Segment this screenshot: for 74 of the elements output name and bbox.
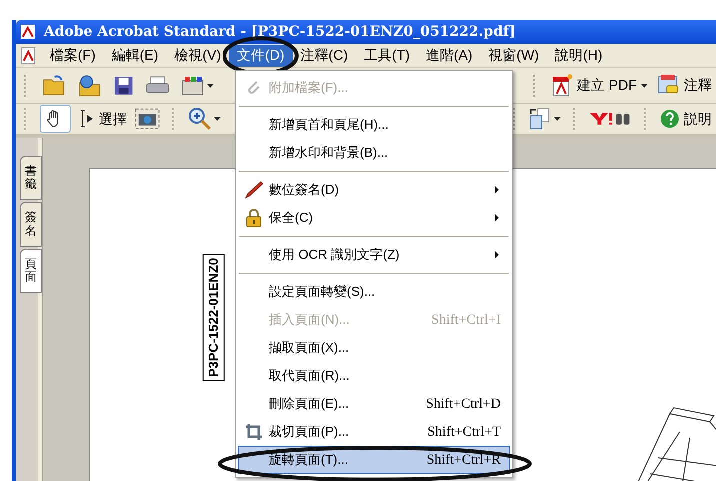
- menu-title[interactable]: 檔案(F): [42, 44, 104, 66]
- navigation-tab[interactable]: 頁面: [20, 248, 42, 294]
- save-icon[interactable]: [113, 74, 135, 96]
- menu-item-label: 旋轉頁面(T)...: [269, 451, 350, 470]
- zoom-in-button[interactable]: [188, 107, 222, 131]
- organizer-button[interactable]: [180, 74, 214, 96]
- pdf-app-icon: [20, 24, 36, 40]
- menu-item-label: 新增水印和背景(B)...: [269, 144, 390, 162]
- caret-icon: [641, 84, 648, 88]
- menu-title[interactable]: 編輯(E): [104, 44, 167, 66]
- rotate-page-button[interactable]: [528, 107, 562, 131]
- shortcut-text: Shift+Ctrl+D: [426, 396, 502, 414]
- menu-item[interactable]: 取代頁面(R)...: [238, 362, 510, 390]
- navigation-tab[interactable]: 簽名: [20, 202, 42, 247]
- menu-item-label: 保全(C): [269, 209, 314, 228]
- text-cursor-icon: [79, 109, 96, 129]
- menu-item[interactable]: 裁切頁面(P)... Shift+Ctrl+T: [238, 418, 510, 446]
- file-cabinet-icon: [180, 74, 205, 96]
- menu-item-label: 刪除頁面(E)...: [269, 395, 350, 414]
- toolbar-grip[interactable]: [644, 108, 648, 130]
- menu-title[interactable]: 工具(T): [356, 44, 418, 66]
- camera-icon[interactable]: [135, 108, 160, 130]
- menu-item[interactable]: 保全(C): [238, 204, 510, 232]
- navigation-tab[interactable]: 書籤: [20, 156, 42, 200]
- toolbar-grip[interactable]: [172, 108, 176, 130]
- menu-title[interactable]: 視窗(W): [480, 44, 548, 66]
- menu-title[interactable]: 進階(A): [418, 44, 481, 66]
- shortcut-text: Shift+Ctrl+I: [432, 312, 502, 330]
- question-circle-icon: [660, 109, 680, 129]
- page-label: P3PC-1522-01ENZ0: [203, 254, 225, 382]
- menu-title[interactable]: 說明(H): [547, 44, 611, 66]
- create-pdf-button[interactable]: 建立 PDF: [551, 74, 648, 98]
- shortcut-text: Shift+Ctrl+R: [426, 452, 502, 470]
- help-button[interactable]: 説明: [660, 108, 712, 130]
- window-title: Adobe Acrobat Standard - [P3PC-1522-01ENZ0_051222.pdf]: [44, 22, 516, 42]
- menu-item[interactable]: 擷取頁面(X)...: [238, 334, 510, 362]
- comment-button[interactable]: 注釋: [658, 74, 712, 98]
- yahoo-search-icon[interactable]: [589, 111, 632, 127]
- hand-tool-button[interactable]: [40, 105, 72, 133]
- toolbar-grip[interactable]: [533, 74, 538, 96]
- menu-title[interactable]: 文件(D): [229, 44, 293, 66]
- caret-icon: [206, 84, 214, 88]
- pen-icon: [244, 180, 264, 200]
- pdf-add-icon: [551, 74, 574, 98]
- caret-icon: [554, 117, 562, 121]
- caret-icon: [214, 117, 222, 121]
- menu-title[interactable]: 注釋(C): [292, 44, 356, 66]
- toolbar-grip[interactable]: [573, 108, 578, 130]
- crop-icon: [245, 423, 263, 441]
- magnifier-plus-icon: [188, 107, 212, 131]
- menu-item-label: 插入頁面(N)...: [269, 311, 351, 330]
- select-tool-button[interactable]: 選擇: [79, 108, 128, 130]
- toolbar-grip[interactable]: [24, 108, 28, 130]
- menu-item[interactable]: 使用 OCR 識別文字(Z): [238, 241, 510, 269]
- menu-item[interactable]: 設定頁面轉變(S)...: [238, 278, 510, 306]
- menu-item[interactable]: 新增水印和背景(B)...: [238, 139, 510, 167]
- menu-item-label: 新增頁首和頁尾(H)...: [269, 116, 390, 134]
- menu-title[interactable]: 檢視(V): [166, 44, 230, 66]
- menu-item[interactable]: 新增頁首和頁尾(H)...: [238, 111, 510, 139]
- toolbar-grip[interactable]: [24, 74, 28, 96]
- menu-item-label: 使用 OCR 識別文字(Z): [269, 246, 401, 264]
- pdf-document-icon[interactable]: [20, 46, 38, 64]
- menu-item-label: 取代頁面(R)...: [269, 367, 351, 386]
- menu-item-label: 裁切頁面(P)...: [269, 423, 350, 442]
- menu-item-label: 附加檔案(F)...: [269, 79, 350, 98]
- menu-item-label: 擷取頁面(X)...: [269, 339, 350, 358]
- shortcut-text: Shift+Ctrl+T: [428, 424, 502, 442]
- menu-item[interactable]: 刪除頁面(E)... Shift+Ctrl+D: [238, 390, 510, 418]
- lock-icon: [246, 208, 262, 228]
- print-icon[interactable]: [144, 74, 171, 96]
- menu-item[interactable]: 數位簽名(D): [238, 176, 510, 204]
- menu-item-label: 設定頁面轉變(S)...: [269, 283, 376, 302]
- rotate-pages-icon: [528, 107, 552, 131]
- menu-item-label: 數位簽名(D): [269, 181, 340, 200]
